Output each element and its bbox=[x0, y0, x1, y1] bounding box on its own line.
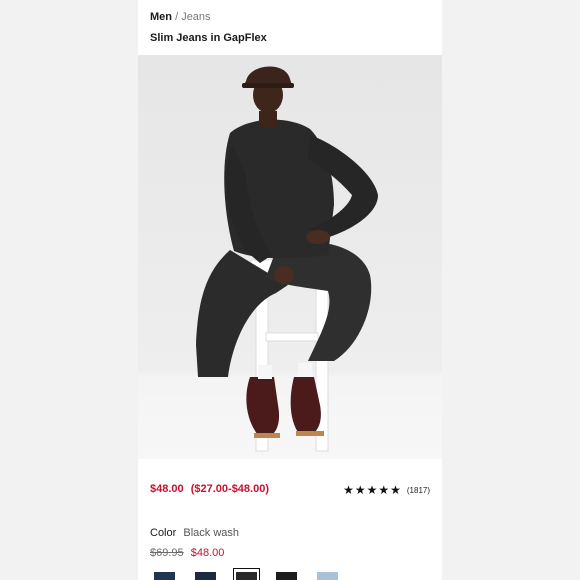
swatch-light-wash[interactable] bbox=[317, 572, 338, 580]
breadcrumb-jeans-link[interactable]: Jeans bbox=[181, 11, 210, 23]
swatch-black[interactable] bbox=[276, 572, 297, 580]
price-range: ($27.00-$48.00) bbox=[190, 483, 269, 495]
swatch-navy[interactable] bbox=[195, 572, 216, 580]
breadcrumb-men-link[interactable]: Men bbox=[150, 11, 172, 23]
variant-price: $69.95 $48.00 bbox=[150, 547, 224, 559]
original-price: $69.95 bbox=[150, 547, 184, 559]
current-price: $48.00 bbox=[150, 483, 184, 495]
left-margin bbox=[0, 0, 138, 580]
review-count[interactable]: (1817) bbox=[407, 486, 430, 495]
product-page: Men / Jeans Slim Jeans in GapFlex $48.00… bbox=[138, 0, 442, 580]
star-rating-icon: ★★★★★ bbox=[343, 483, 402, 497]
color-row: Color Black wash bbox=[150, 527, 239, 539]
price-row: $48.00 ($27.00-$48.00) ★★★★★ (1817) bbox=[150, 483, 430, 497]
product-title: Slim Jeans in GapFlex bbox=[150, 32, 267, 44]
swatch-dark-blue[interactable] bbox=[154, 572, 175, 580]
breadcrumb-separator: / bbox=[175, 11, 179, 23]
sale-price: $48.00 bbox=[190, 547, 225, 559]
breadcrumb: Men / Jeans bbox=[150, 10, 211, 24]
swatch-black-wash[interactable] bbox=[236, 572, 257, 580]
right-margin bbox=[442, 0, 580, 580]
selected-color-name: Black wash bbox=[183, 527, 239, 539]
color-label: Color bbox=[150, 527, 177, 539]
rating[interactable]: ★★★★★ (1817) bbox=[343, 483, 430, 497]
product-image[interactable] bbox=[138, 55, 442, 459]
